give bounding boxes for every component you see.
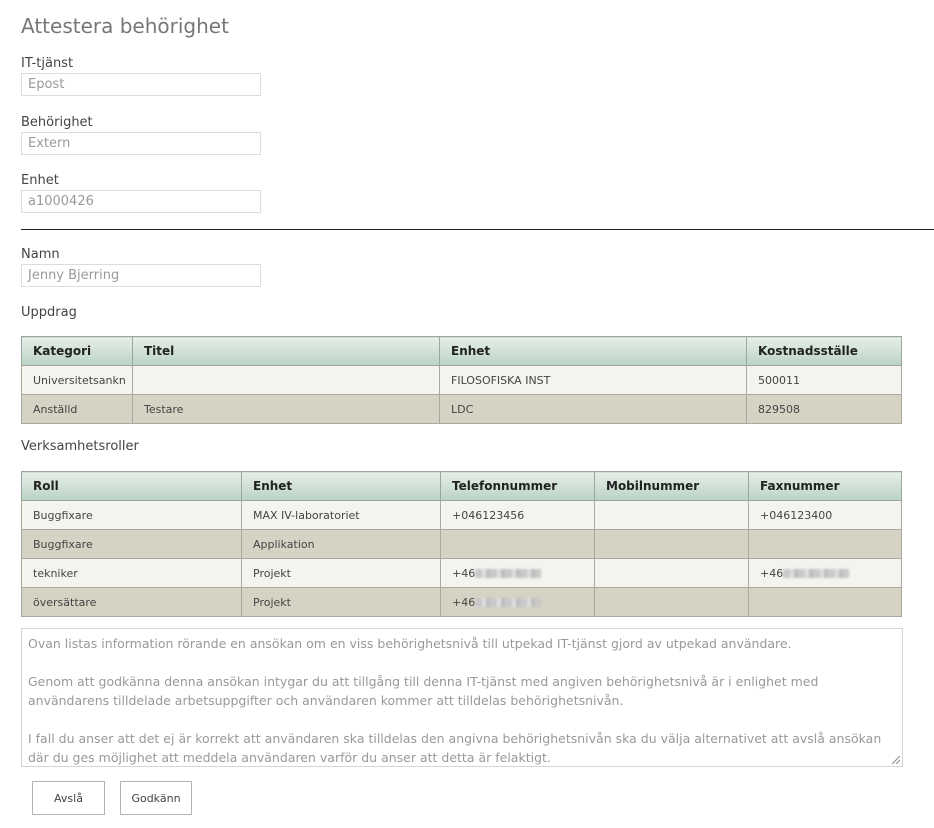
section-divider	[21, 229, 934, 230]
info-paragraph: Genom att godkänna denna ansökan intygar…	[28, 674, 819, 708]
page-title: Attestera behörighet	[21, 14, 229, 38]
column-header-telefonnummer[interactable]: Telefonnummer	[440, 471, 595, 501]
table-cell: +46	[748, 558, 902, 588]
table-cell: LDC	[439, 394, 747, 424]
table-cell: 829508	[746, 394, 902, 424]
info-paragraph: I fall du anser att det ej är korrekt at…	[28, 731, 882, 765]
table-row: tekniker Projekt +46 +46	[21, 558, 902, 588]
name-field[interactable]: Jenny Bjerring	[21, 264, 261, 287]
it-service-field[interactable]: Epost	[21, 73, 261, 96]
column-header-roll[interactable]: Roll	[21, 471, 242, 501]
phone-prefix: +46	[452, 566, 476, 580]
table-cell: Applikation	[241, 529, 441, 559]
resize-handle-icon[interactable]	[892, 756, 900, 764]
column-header-enhet[interactable]: Enhet	[439, 336, 747, 366]
table-cell	[748, 587, 902, 617]
column-header-enhet[interactable]: Enhet	[241, 471, 441, 501]
redacted-number	[475, 569, 542, 578]
column-header-kategori[interactable]: Kategori	[21, 336, 133, 366]
it-service-label: IT-tjänst	[21, 56, 74, 71]
table-cell: +046123400	[748, 500, 902, 530]
unit-label: Enhet	[21, 173, 59, 188]
assignments-header-row: Kategori Titel Enhet Kostnadsställe	[21, 336, 902, 366]
column-header-titel[interactable]: Titel	[132, 336, 440, 366]
assignments-table: Kategori Titel Enhet Kostnadsställe Univ…	[21, 336, 902, 424]
table-cell	[440, 529, 595, 559]
table-cell	[594, 529, 749, 559]
table-cell	[594, 500, 749, 530]
table-cell: översättare	[21, 587, 242, 617]
roles-header-row: Roll Enhet Telefonnummer Mobilnummer Fax…	[21, 471, 902, 501]
roles-heading: Verksamhetsroller	[21, 439, 139, 454]
reject-button[interactable]: Avslå	[32, 781, 105, 815]
redacted-number	[475, 598, 542, 607]
unit-field[interactable]: a1000426	[21, 190, 261, 213]
table-cell: FILOSOFISKA INST	[439, 365, 747, 395]
table-cell: MAX IV-laboratoriet	[241, 500, 441, 530]
redacted-number	[783, 569, 850, 578]
table-cell: Anställd	[21, 394, 133, 424]
table-cell: Projekt	[241, 558, 441, 588]
table-cell: 500011	[746, 365, 902, 395]
table-cell: Buggfixare	[21, 500, 242, 530]
table-row: Anställd Testare LDC 829508	[21, 394, 902, 424]
assignments-heading: Uppdrag	[21, 305, 77, 320]
table-row: Universitetsankn FILOSOFISKA INST 500011	[21, 365, 902, 395]
phone-prefix: +46	[452, 595, 476, 609]
permission-label: Behörighet	[21, 115, 93, 130]
table-cell	[132, 365, 440, 395]
table-cell: Universitetsankn	[21, 365, 133, 395]
column-header-faxnummer[interactable]: Faxnummer	[748, 471, 902, 501]
permission-field[interactable]: Extern	[21, 132, 261, 155]
table-row: översättare Projekt +46	[21, 587, 902, 617]
table-cell	[748, 529, 902, 559]
info-paragraph: Ovan listas information rörande en ansök…	[28, 636, 792, 651]
fax-prefix: +46	[760, 566, 784, 580]
table-cell: +46	[440, 558, 595, 588]
table-cell: Buggfixare	[21, 529, 242, 559]
table-row: Buggfixare MAX IV-laboratoriet +04612345…	[21, 500, 902, 530]
approve-button[interactable]: Godkänn	[120, 781, 192, 815]
table-row: Buggfixare Applikation	[21, 529, 902, 559]
table-cell	[594, 558, 749, 588]
column-header-mobilnummer[interactable]: Mobilnummer	[594, 471, 749, 501]
table-cell: +046123456	[440, 500, 595, 530]
information-textarea[interactable]: Ovan listas information rörande en ansök…	[21, 628, 903, 767]
table-cell: Projekt	[241, 587, 441, 617]
name-label: Namn	[21, 247, 60, 262]
table-cell: tekniker	[21, 558, 242, 588]
table-cell: +46	[440, 587, 595, 617]
table-cell	[594, 587, 749, 617]
roles-table: Roll Enhet Telefonnummer Mobilnummer Fax…	[21, 471, 902, 617]
table-cell: Testare	[132, 394, 440, 424]
column-header-kostnadsstalle[interactable]: Kostnadsställe	[746, 336, 902, 366]
